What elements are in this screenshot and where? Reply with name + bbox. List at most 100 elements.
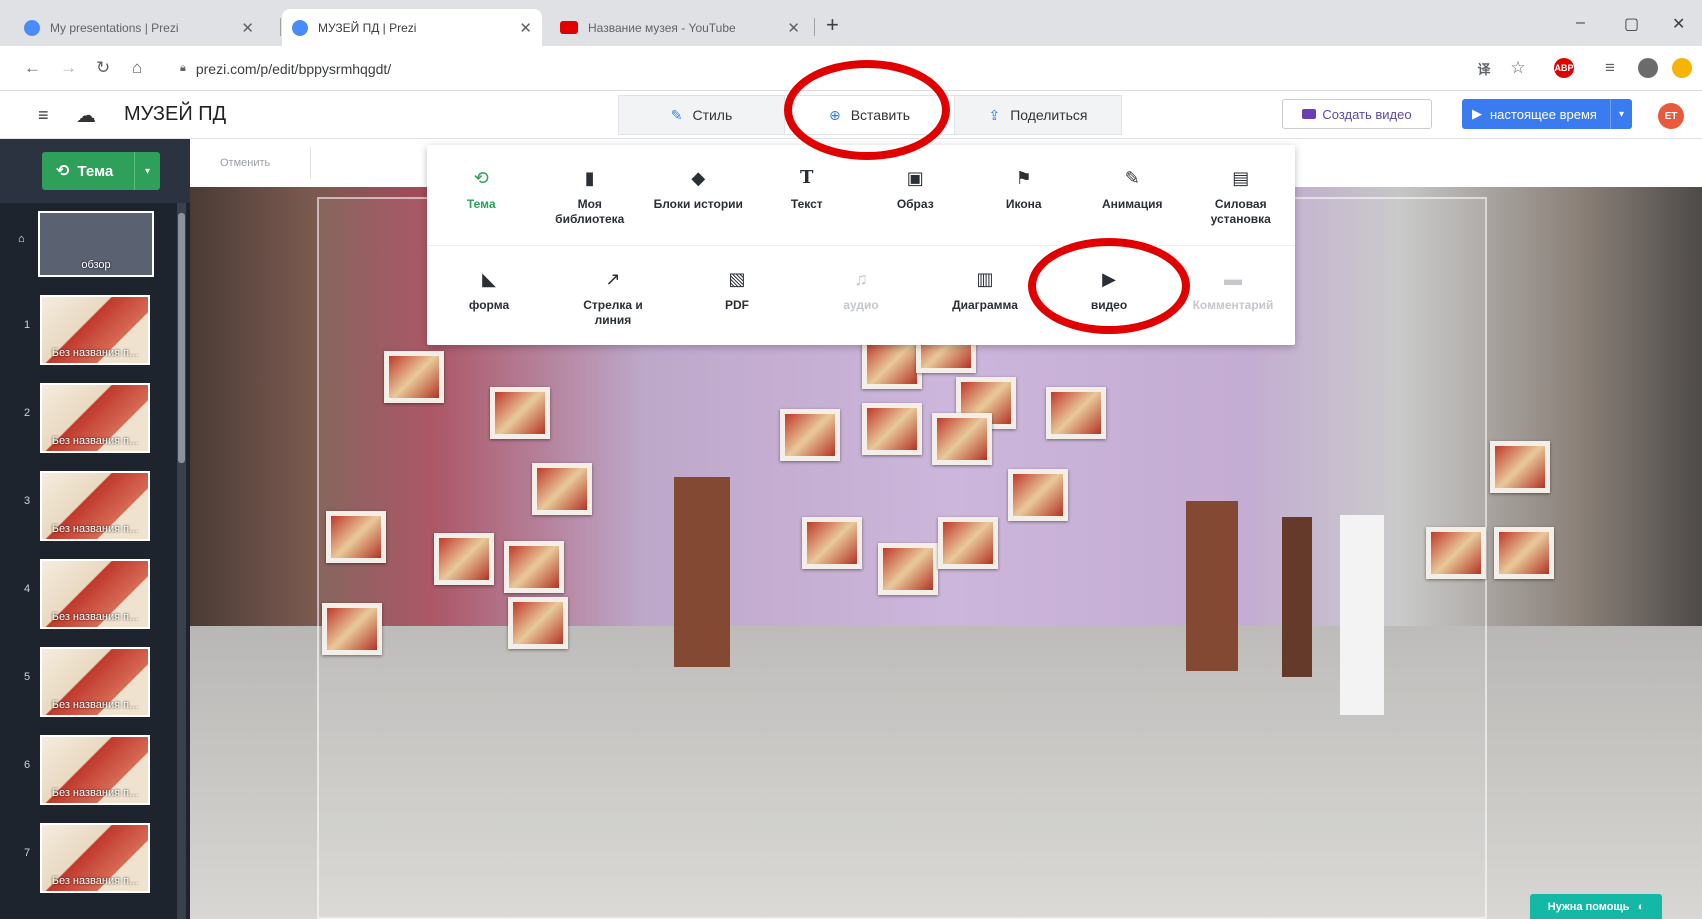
topic-card[interactable] [504,541,564,593]
insert-library-label: Моя библиотека [555,197,625,226]
insert-pdf-label: PDF [725,298,749,312]
slide-caption: Без названия п... [51,435,139,447]
home-icon[interactable]: ⌂ [132,58,142,78]
slide-thumbnail[interactable]: 6 Без названия п... [0,731,175,811]
topic-options-chevron-icon[interactable]: ▾ [134,152,160,190]
slide-thumbnail[interactable]: 1 Без названия п... [0,291,175,371]
avatar[interactable]: ЕТ [1658,103,1684,129]
help-button[interactable]: Нужна помощь ◐ [1530,894,1662,919]
present-options-chevron-icon[interactable]: ▾ [1610,99,1632,129]
slide-number: 6 [24,759,31,771]
slide-thumbnail[interactable]: 7 Без названия п... [0,819,175,899]
profile-icon[interactable] [1638,58,1658,78]
insert-comment-label: Комментарий [1192,298,1274,312]
insert-shape[interactable]: ◣ форма [427,246,551,345]
insert-powerpoint[interactable]: ▤ Силовая установка [1187,145,1296,245]
shape-icon: ◣ [482,269,496,289]
topic-card[interactable] [1490,441,1550,493]
slide-thumbnail[interactable]: 4 Без названия п... [0,555,175,635]
tab-style[interactable]: ✎ Стиль [619,96,785,134]
close-window-button[interactable]: ✕ [1672,14,1685,34]
insert-animation[interactable]: ✎ Анимация [1078,145,1187,245]
topic-card[interactable] [802,517,862,569]
insert-arrow-line-label: Стрелка и линия [583,298,643,327]
highlight-video-circle [1028,238,1190,334]
slide-thumbnail[interactable]: 3 Без названия п... [0,467,175,547]
slide-caption: Без названия п... [51,699,139,711]
tab-youtube[interactable]: Название музея - YouTube ✕ [550,9,810,46]
slide-thumbnail[interactable]: 2 Без названия п... [0,379,175,459]
topic-card[interactable] [1494,527,1554,579]
play-icon: ▶ [1472,106,1482,121]
minimize-button[interactable]: – [1576,14,1585,32]
slide-number: 2 [24,407,31,419]
back-icon[interactable]: ← [24,58,41,78]
topic-card[interactable] [384,351,444,403]
close-tab-icon[interactable]: ✕ [241,19,254,37]
topic-card[interactable] [508,597,568,649]
insert-powerpoint-label: Силовая установка [1210,197,1271,226]
topic-card[interactable] [1046,387,1106,439]
reload-icon[interactable]: ↻ [96,58,110,78]
insert-comment[interactable]: ▬ Комментарий [1171,246,1295,345]
presentation-title[interactable]: МУЗЕЙ ПД [124,103,226,126]
topic-card[interactable] [932,413,992,465]
adblock-icon[interactable]: ABP [1554,58,1574,78]
chart-icon: ▥ [976,269,994,289]
insert-image[interactable]: ▣ Образ [861,145,970,245]
insert-arrow-line[interactable]: ↗ Стрелка и линия [551,246,675,345]
insert-menu-row: ⟲ Тема ▮ Моя библиотека ◆ Блоки истории … [427,145,1295,245]
slide-thumbnail[interactable]: 5 Без названия п... [0,643,175,723]
present-button[interactable]: ▶ настоящее время ▾ [1462,99,1632,129]
menu-icon[interactable]: ≡ [38,105,49,126]
topic-card[interactable] [938,517,998,569]
insert-story-blocks[interactable]: ◆ Блоки истории [644,145,753,245]
insert-text[interactable]: T Текст [753,145,862,245]
url-text: prezi.com/p/edit/bppysrmhqgdt/ [195,60,392,77]
insert-topic[interactable]: ⟲ Тема [427,145,536,245]
tab-title: МУЗЕЙ ПД | Prezi [318,20,417,35]
tab-share[interactable]: ⇪ Поделиться [955,96,1121,134]
insert-chart[interactable]: ▥ Диаграмма [923,246,1047,345]
topic-card[interactable] [780,409,840,461]
slide-caption: Без названия п... [51,523,139,535]
topic-card[interactable] [862,403,922,455]
close-tab-icon[interactable]: ✕ [787,19,800,37]
topic-card[interactable] [1426,527,1486,579]
topic-card[interactable] [326,511,386,563]
insert-text-label: Текст [790,197,823,211]
scrollbar-thumb[interactable] [178,213,185,463]
topic-card[interactable] [532,463,592,515]
translate-icon[interactable]: 译 [1474,58,1494,78]
maximize-button[interactable]: ▢ [1624,14,1639,34]
undo-button[interactable]: Отменить [220,157,270,169]
comment-icon: ▬ [1224,269,1242,289]
topic-card[interactable] [322,603,382,655]
animation-icon: ✎ [1124,168,1140,188]
tab-museum-pd[interactable]: МУЗЕЙ ПД | Prezi ✕ [282,9,542,46]
help-label: Нужна помощь [1547,900,1630,913]
overview-thumbnail[interactable]: обзор [38,211,154,277]
new-tab-button[interactable]: + [826,14,839,36]
notification-icon[interactable] [1672,58,1692,78]
topic-card[interactable] [878,543,938,595]
insert-audio[interactable]: ♫ аудио [799,246,923,345]
thumbnail-scrollbar[interactable] [177,203,186,919]
arrow-icon: ↗ [605,269,621,289]
insert-pdf[interactable]: ▧ PDF [675,246,799,345]
create-video-button[interactable]: Создать видео [1282,99,1432,129]
tab-separator [814,18,815,36]
star-icon[interactable]: ☆ [1508,58,1528,78]
topic-card[interactable] [490,387,550,439]
add-topic-button[interactable]: ⟲ Тема ▾ [42,152,160,190]
close-tab-icon[interactable]: ✕ [519,19,532,37]
insert-library[interactable]: ▮ Моя библиотека [536,145,645,245]
slide-number: 7 [24,847,31,859]
topic-card[interactable] [434,533,494,585]
insert-shape-label: форма [468,298,510,312]
forward-icon[interactable]: → [60,58,77,78]
playlist-icon[interactable]: ≡ [1600,58,1620,78]
topic-card[interactable] [1008,469,1068,521]
insert-icon[interactable]: ⚑ Икона [970,145,1079,245]
tab-my-presentations[interactable]: My presentations | Prezi ✕ [14,9,264,46]
